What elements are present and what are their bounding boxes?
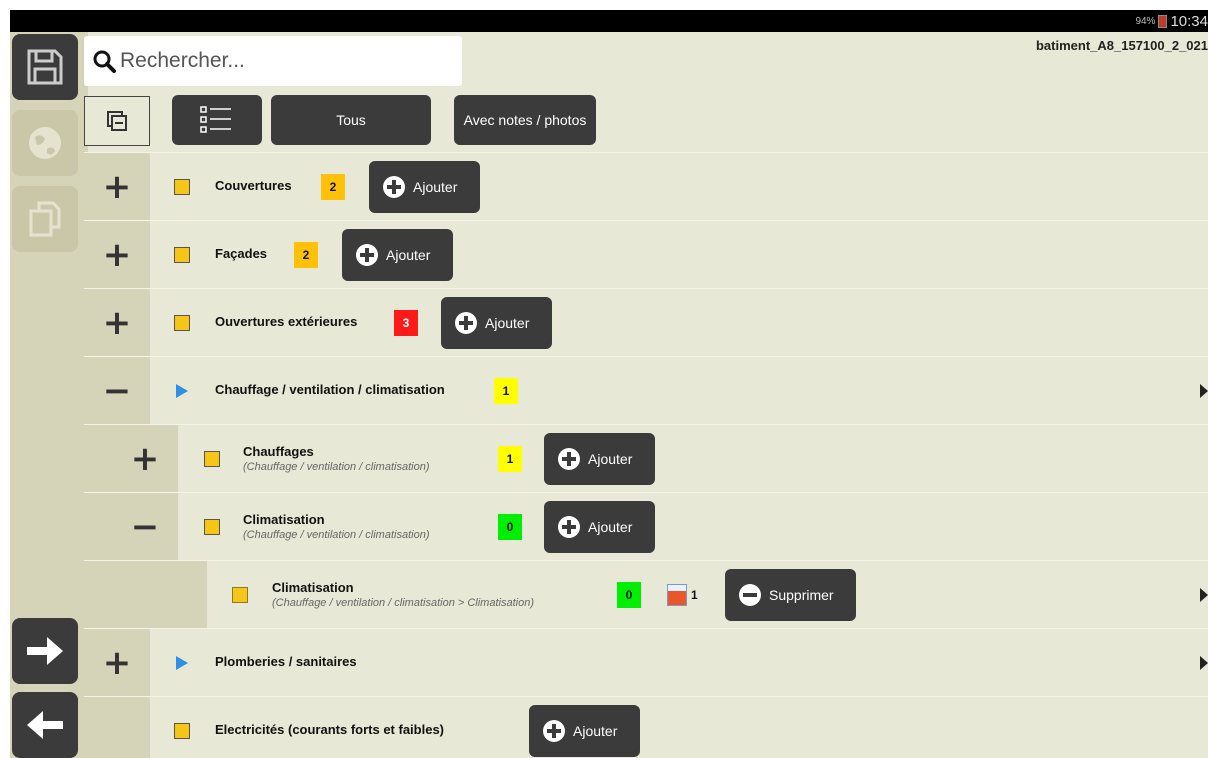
copy-button[interactable] [12,186,78,252]
list-item[interactable]: + Façades 2 Ajouter [84,220,1208,288]
search-input[interactable]: Rechercher... [84,36,462,86]
document-filename: batiment_A8_157100_2_021 [1035,38,1208,53]
expand-button[interactable]: + [84,425,178,492]
clock: 10:34 [1170,12,1208,30]
count-badge: 0 [617,581,641,608]
battery-level: 94% [1135,15,1156,27]
list-view-button[interactable] [172,95,262,145]
chevron-right-icon[interactable] [1200,587,1208,602]
arrow-left-icon [27,711,63,739]
collapse-button[interactable]: − [84,357,150,424]
edit-icon [174,246,190,263]
add-button[interactable]: Ajouter [369,160,480,213]
expand-button[interactable]: + [84,153,150,220]
plus-circle-icon [356,243,378,266]
globe-button[interactable] [12,110,78,176]
count-badge: 1 [498,445,522,472]
minus-circle-icon [739,583,761,606]
expand-button[interactable]: + [84,289,150,356]
count-badge: 0 [498,513,522,540]
play-icon [176,383,188,398]
edit-icon [204,450,220,467]
collapse-icon [107,111,127,131]
row-title: Electricités (courants forts et faibles) [215,722,445,737]
indent-spacer [84,561,207,628]
square-icon [232,586,248,603]
search-placeholder: Rechercher... [120,49,245,72]
status-bar: 94% 10:34 [10,10,1208,32]
expand-button[interactable]: + [84,629,150,696]
row-subtitle: (Chauffage / ventilation / climatisation… [272,597,534,609]
add-button[interactable]: Ajouter [441,296,552,349]
edit-icon [174,314,190,331]
row-title: Climatisation [272,580,354,595]
collapse-button[interactable]: − [84,493,178,560]
row-subtitle: (Chauffage / ventilation / climatisation… [243,529,430,541]
photo-count: 1 [691,588,698,602]
copy-icon [29,201,61,237]
list-item[interactable]: Climatisation (Chauffage / ventilation /… [84,560,1208,628]
play-icon [176,655,188,670]
delete-button[interactable]: Supprimer [725,568,856,621]
add-button[interactable]: Ajouter [544,500,655,553]
back-button[interactable] [12,692,78,758]
plus-circle-icon [558,515,580,538]
indent-spacer [84,697,150,758]
row-title: Couvertures [215,178,292,193]
list-item[interactable]: + Chauffages (Chauffage / ventilation / … [84,424,1208,492]
list-item[interactable]: − Chauffage / ventilation / climatisatio… [84,356,1208,424]
count-badge: 3 [394,309,418,336]
collapse-all-button[interactable] [84,96,150,146]
plus-circle-icon [558,447,580,470]
row-title: Chauffages [243,444,314,459]
filter-all-button[interactable]: Tous [271,95,431,145]
list-item[interactable]: − Climatisation (Chauffage / ventilation… [84,492,1208,560]
edit-icon [174,178,190,195]
edit-icon [174,722,190,739]
row-title: Ouvertures extérieures [215,314,358,329]
plus-circle-icon [455,311,477,334]
list-item[interactable]: + Plomberies / sanitaires [84,628,1208,696]
filter-notes-photos-button[interactable]: Avec notes / photos [454,95,596,145]
sidebar [10,32,88,758]
row-subtitle: (Chauffage / ventilation / climatisation… [243,461,430,473]
battery-icon [1158,14,1168,28]
list-item[interactable]: + Ouvertures extérieures 3 Ajouter [84,288,1208,356]
arrow-right-icon [27,637,63,665]
save-button[interactable] [12,34,78,100]
chevron-right-icon[interactable] [1200,655,1208,670]
list-item[interactable]: + Couvertures 2 Ajouter [84,152,1208,220]
row-title: Climatisation [243,512,325,527]
chevron-right-icon[interactable] [1200,383,1208,398]
row-title: Chauffage / ventilation / climatisation [215,382,445,397]
add-button[interactable]: Ajouter [529,704,640,757]
add-button[interactable]: Ajouter [342,228,453,281]
toolbar: Tous Avec notes / photos [84,94,1208,148]
photo-icon[interactable] [667,583,687,606]
edit-icon [204,518,220,535]
add-button[interactable]: Ajouter [544,432,655,485]
row-title: Plomberies / sanitaires [215,654,357,669]
plus-circle-icon [543,719,565,742]
search-icon [93,50,116,73]
list-item[interactable]: Electricités (courants forts et faibles)… [84,696,1208,758]
count-badge: 1 [494,377,518,404]
row-title: Façades [215,246,268,261]
count-badge: 2 [321,173,345,200]
app-window: Rechercher... batiment_A8_157100_2_021 T… [10,32,1208,758]
list-icon [200,106,231,133]
expand-button[interactable]: + [84,221,150,288]
plus-circle-icon [383,175,405,198]
save-icon [27,49,63,85]
next-button[interactable] [12,618,78,684]
count-badge: 2 [294,241,318,268]
globe-icon [29,127,61,159]
